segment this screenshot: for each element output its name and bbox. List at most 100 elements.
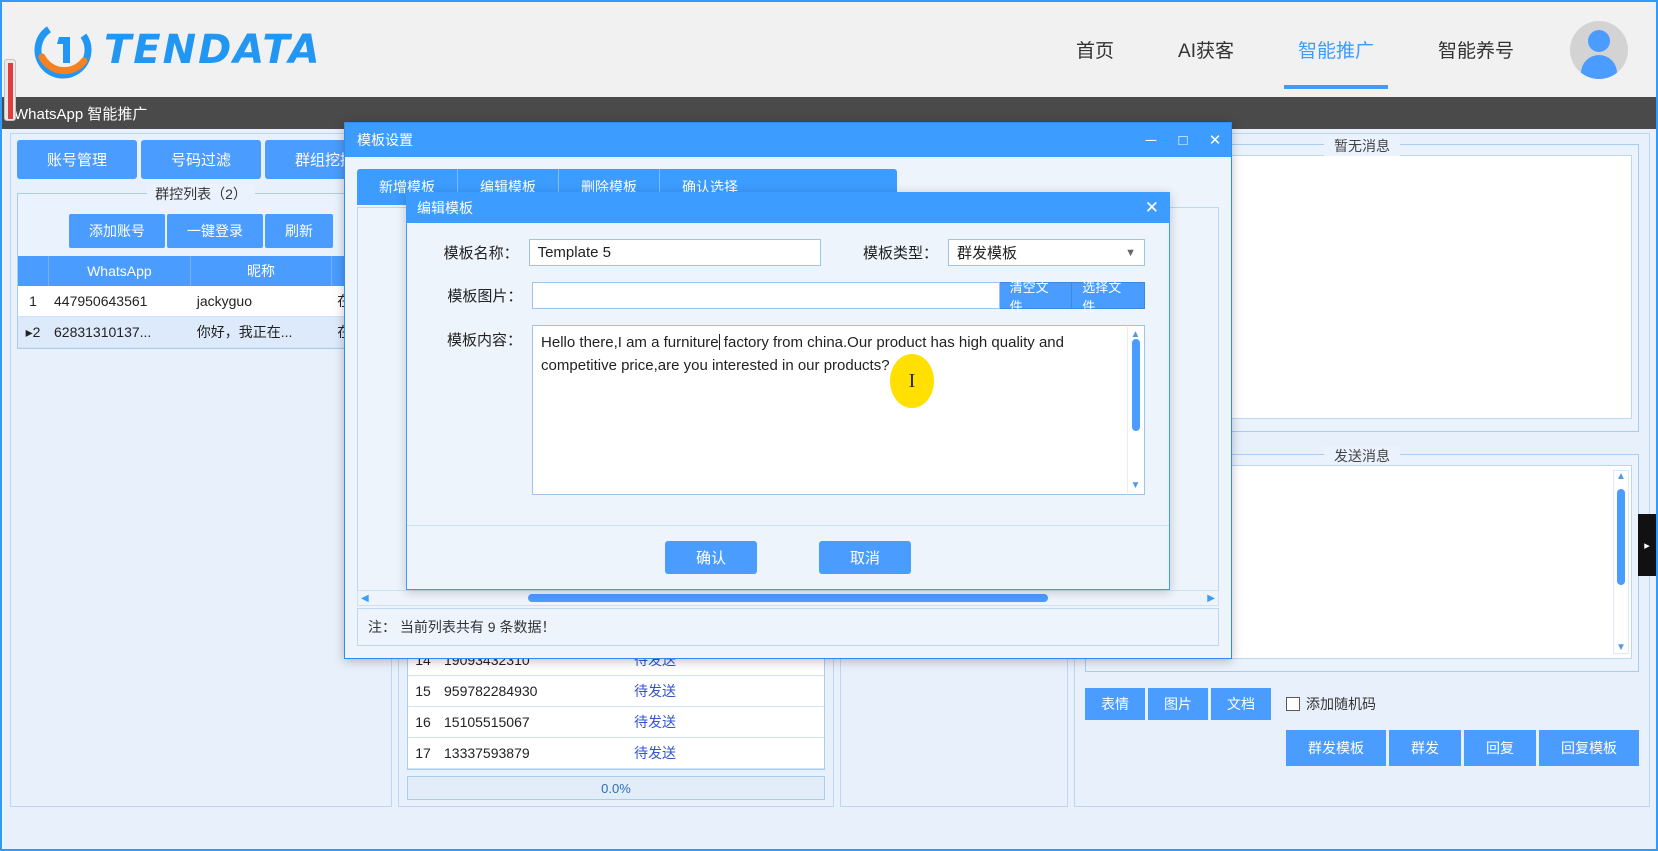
template-type-select[interactable]: 群发模板 ▼ — [948, 239, 1145, 266]
clear-file-button[interactable]: 清空文件 — [999, 280, 1073, 314]
choose-file-button[interactable]: 选择文件 — [1072, 280, 1145, 314]
edit-dialog-footer: 确认 取消 — [407, 525, 1169, 589]
add-account-button[interactable]: 添加账号 — [69, 214, 165, 248]
close-icon[interactable]: ✕ — [1145, 198, 1159, 218]
chevron-down-icon[interactable]: ▼ — [1125, 247, 1136, 259]
random-code-checkbox[interactable] — [1286, 697, 1300, 711]
table-row[interactable]: 17 13337593879 待发送 — [408, 737, 824, 769]
user-avatar[interactable] — [1570, 20, 1628, 79]
template-name-label: 模板名称： — [443, 245, 519, 262]
scrollbar-thumb[interactable] — [1131, 339, 1140, 431]
progress-percent: 0.0% — [601, 780, 631, 796]
cancel-button[interactable]: 取消 — [819, 541, 911, 574]
application-window: TENDATA 首页 AI获客 智能推广 智能养号 WhatsApp 智能推广 … — [0, 0, 1658, 851]
random-code-label: 添加随机码 — [1306, 696, 1376, 712]
group-control-list-box: 群控列表（2） 添加账号 一键登录 刷新 WhatsApp 昵称 状态 — [17, 184, 385, 349]
col-nickname: 昵称 — [190, 256, 332, 286]
template-name-row: 模板名称： Template 5 模板类型： 群发模板 ▼ — [407, 239, 1169, 266]
hscrollbar-thumb[interactable] — [528, 594, 1048, 602]
minimize-icon[interactable]: ─ — [1135, 123, 1167, 157]
row-number: 15 — [408, 675, 438, 707]
edit-dialog-title: 编辑模板 — [417, 200, 473, 216]
edit-template-dialog: 编辑模板 ✕ 模板名称： Template 5 模板类型： 群发模板 ▼ 模板图… — [406, 192, 1170, 590]
nav-item-smart-promotion[interactable]: 智能推广 — [1266, 2, 1406, 97]
dialog-title: 模板设置 — [357, 132, 413, 148]
account-table-header: WhatsApp 昵称 状态 — [18, 256, 385, 286]
text-cursor-icon: I — [908, 369, 916, 392]
avatar-body-shape — [1581, 54, 1617, 79]
col-whatsapp: WhatsApp — [48, 256, 192, 286]
edit-dialog-title-bar[interactable]: 编辑模板 ✕ — [407, 193, 1169, 223]
template-table-horizontal-scrollbar[interactable]: ◀ ▶ — [357, 590, 1219, 606]
brand-name: TENDATA — [104, 26, 322, 73]
confirm-button[interactable]: 确认 — [665, 541, 757, 574]
tab-account-management[interactable]: 账号管理 — [17, 140, 137, 179]
scroll-left-arrow[interactable]: ◀ — [361, 593, 369, 604]
cell-nickname: jackyguo — [190, 286, 332, 317]
template-content-row: 模板内容： Hello there,I am a furniture facto… — [407, 325, 1169, 495]
one-click-login-button[interactable]: 一键登录 — [167, 214, 263, 248]
panel-collapse-handle[interactable]: ▸ — [1638, 514, 1656, 576]
table-row[interactable]: 1 447950643561 jackyguo 在线 — [18, 286, 384, 317]
main-navigation: 首页 AI获客 智能推广 智能养号 — [1044, 2, 1656, 97]
bulk-template-button[interactable]: 群发模板 — [1286, 730, 1386, 766]
reply-button[interactable]: 回复 — [1464, 730, 1536, 766]
row-number: 17 — [408, 737, 438, 769]
cell-phone-number: 15105515067 — [438, 706, 628, 738]
mouse-cursor-highlight: I — [890, 354, 934, 408]
group-control-list-title: 群控列表（2） — [147, 184, 255, 204]
template-image-input[interactable] — [532, 282, 1000, 309]
cell-phone-number: 13337593879 — [438, 737, 628, 769]
cell-send-status: 待发送 — [628, 675, 824, 707]
template-content-textarea[interactable]: Hello there,I am a furniture factory fro… — [532, 325, 1145, 495]
template-name-input[interactable]: Template 5 — [528, 239, 821, 266]
cell-nickname: 你好，我正在... — [190, 316, 332, 348]
slider-thumb[interactable] — [8, 63, 13, 119]
cell-phone-number: 959782284930 — [438, 675, 628, 707]
table-row[interactable]: 16 15105515067 待发送 — [408, 706, 824, 738]
row-number: 16 — [408, 706, 438, 738]
nav-item-smart-nurture[interactable]: 智能养号 — [1406, 2, 1546, 97]
scroll-right-arrow[interactable]: ▶ — [1207, 593, 1215, 604]
scroll-up-arrow[interactable]: ▲ — [1616, 471, 1626, 482]
left-panel: 账号管理 号码过滤 群组挖掘 群控列表（2） 添加账号 一键登录 刷新 What… — [10, 133, 392, 807]
template-type-label: 模板类型： — [862, 245, 938, 262]
cell-send-status: 待发送 — [628, 737, 824, 769]
document-button[interactable]: 文档 — [1211, 688, 1271, 720]
content-scrollbar[interactable]: ▲ ▼ — [1127, 327, 1143, 493]
template-content-label: 模板内容： — [447, 332, 523, 349]
template-count-note: 注： 当前列表共有 9 条数据！ — [368, 619, 556, 635]
scroll-down-arrow[interactable]: ▼ — [1616, 642, 1626, 653]
row-number: 1 — [18, 286, 48, 317]
maximize-icon[interactable]: □ — [1167, 123, 1199, 157]
vertical-slider-control[interactable] — [4, 59, 16, 121]
col-rownum — [18, 256, 49, 286]
template-count-footer: 注： 当前列表共有 9 条数据！ — [357, 608, 1219, 646]
bulk-send-button[interactable]: 群发 — [1389, 730, 1461, 766]
send-progress-bar: 0.0% — [407, 776, 825, 800]
nav-item-ai-acquisition[interactable]: AI获客 — [1146, 2, 1266, 97]
emoji-button[interactable]: 表情 — [1085, 688, 1145, 720]
nav-item-home[interactable]: 首页 — [1044, 2, 1146, 97]
table-row[interactable]: ▸2 62831310137... 你好，我正在... 在线 — [18, 316, 384, 348]
no-message-title: 暂无消息 — [1324, 136, 1400, 156]
account-action-row: 添加账号 一键登录 刷新 — [18, 206, 384, 256]
close-icon[interactable]: ✕ — [1199, 123, 1231, 157]
send-message-scrollbar[interactable]: ▲ ▼ — [1613, 470, 1629, 654]
random-code-checkbox-wrap[interactable]: 添加随机码 — [1286, 694, 1376, 714]
scroll-down-arrow[interactable]: ▼ — [1131, 478, 1141, 493]
image-button[interactable]: 图片 — [1148, 688, 1208, 720]
left-tab-row: 账号管理 号码过滤 群组挖掘 — [11, 134, 391, 185]
account-table: WhatsApp 昵称 状态 1 447950643561 jackyguo 在… — [18, 256, 385, 348]
refresh-button[interactable]: 刷新 — [265, 214, 333, 248]
cell-whatsapp: 447950643561 — [48, 286, 191, 317]
tab-number-filter[interactable]: 号码过滤 — [141, 140, 261, 179]
top-header-bar: TENDATA 首页 AI获客 智能推广 智能养号 — [2, 2, 1656, 97]
table-row[interactable]: 15 959782284930 待发送 — [408, 675, 824, 707]
reply-template-button[interactable]: 回复模板 — [1539, 730, 1639, 766]
scrollbar-thumb[interactable] — [1617, 489, 1625, 585]
dialog-title-bar[interactable]: 模板设置 ─ □ ✕ — [345, 123, 1231, 157]
template-type-value: 群发模板 — [957, 245, 1018, 262]
template-image-label: 模板图片： — [447, 288, 523, 305]
message-tool-row: 表情 图片 文档 添加随机码 — [1075, 682, 1649, 726]
